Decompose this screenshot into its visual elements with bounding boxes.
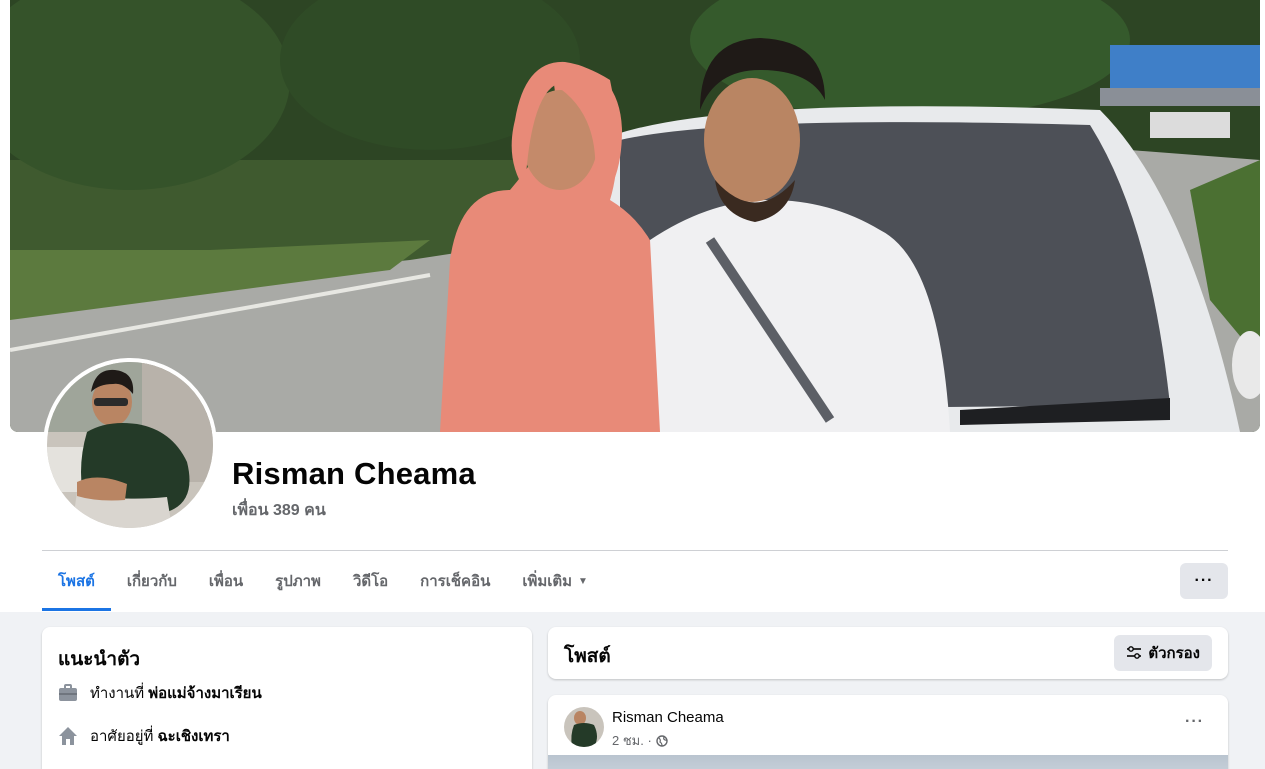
intro-work-row: ทำงานที่ พ่อแม่จ้างมาเรียน	[58, 681, 262, 705]
tab-videos-label: วิดีโอ	[352, 573, 389, 590]
tab-posts[interactable]: โพสต์	[42, 551, 111, 611]
intro-home-prefix: อาศัยอยู่ที่	[90, 728, 154, 745]
profile-header: Risman Cheama เพื่อน 389 คน โพสต์ เกี่ยว…	[0, 0, 1265, 612]
post-author-name[interactable]: Risman Cheama	[612, 709, 724, 726]
friend-count[interactable]: เพื่อน 389 คน	[232, 498, 326, 523]
profile-name: Risman Cheama	[232, 456, 476, 491]
tab-checkins-label: การเช็คอิน	[420, 573, 491, 590]
tab-photos-label: รูปภาพ	[275, 573, 321, 590]
post-time[interactable]: 2 ชม. ·	[612, 730, 652, 751]
filter-label: ตัวกรอง	[1148, 645, 1200, 662]
posts-title: โพสต์	[564, 646, 611, 667]
intro-home-place[interactable]: ฉะเชิงเทรา	[157, 724, 229, 748]
home-icon	[58, 726, 78, 746]
profile-more-button[interactable]: ···	[1180, 563, 1228, 599]
post-image[interactable]	[548, 755, 1228, 769]
intro-card: แนะนำตัว ทำงานที่ พ่อแม่จ้างมาเรียน อาศั…	[42, 627, 532, 769]
globe-icon	[656, 734, 668, 747]
tab-checkins[interactable]: การเช็คอิน	[404, 551, 506, 611]
cover-photo-image	[10, 0, 1260, 432]
profile-tabs: โพสต์ เกี่ยวกับ เพื่อน รูปภาพ วิดีโอ การ…	[42, 551, 604, 611]
intro-title: แนะนำตัว	[58, 649, 141, 670]
filter-button[interactable]: ตัวกรอง	[1114, 635, 1212, 671]
tab-about-label: เกี่ยวกับ	[126, 573, 177, 590]
post-card: Risman Cheama 2 ชม. · ···	[548, 695, 1228, 769]
filter-icon	[1126, 645, 1142, 661]
post-author-avatar[interactable]	[564, 707, 604, 747]
tab-friends-label: เพื่อน	[208, 573, 244, 590]
tab-about[interactable]: เกี่ยวกับ	[111, 551, 193, 611]
intro-work-prefix: ทำงานที่	[90, 685, 145, 702]
briefcase-icon	[58, 683, 78, 703]
tab-more-label: เพิ่มเติม	[522, 573, 573, 590]
intro-home-row: อาศัยอยู่ที่ ฉะเชิงเทรา	[58, 724, 230, 748]
tab-posts-label: โพสต์	[58, 573, 95, 590]
profile-avatar[interactable]	[43, 358, 217, 532]
posts-header-card: โพสต์ ตัวกรอง	[548, 627, 1228, 679]
tab-photos[interactable]: รูปภาพ	[259, 551, 337, 611]
tab-more[interactable]: เพิ่มเติม ▼	[506, 551, 604, 611]
caret-down-icon: ▼	[578, 575, 588, 587]
post-meta: 2 ชม. ·	[612, 730, 668, 751]
post-more-button[interactable]: ···	[1185, 713, 1204, 731]
profile-avatar-image	[47, 362, 213, 528]
intro-work-place[interactable]: พ่อแม่จ้างมาเรียน	[148, 681, 262, 705]
tab-videos[interactable]: วิดีโอ	[337, 551, 404, 611]
cover-photo[interactable]	[10, 0, 1260, 432]
tab-friends[interactable]: เพื่อน	[193, 551, 259, 611]
